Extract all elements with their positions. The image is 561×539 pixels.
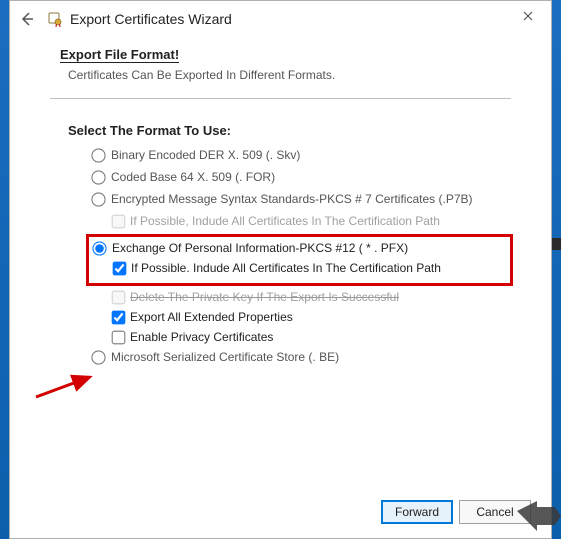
section-subheading: Certificates Can Be Exported In Differen… (68, 68, 511, 82)
annotation-arrow-icon (32, 371, 102, 401)
checkbox-pfx-include-label: If Possible. Indude All Certificates In … (131, 261, 441, 275)
radio-pfx-input[interactable] (92, 241, 106, 255)
radio-pfx[interactable]: Exchange Of Personal Information-PKCS #1… (93, 241, 506, 255)
checkbox-delete-key-label: Delete The Private Key If The Export Is … (130, 290, 399, 304)
divider (50, 98, 511, 99)
back-button[interactable] (18, 10, 36, 28)
checkbox-enable-privacy-input[interactable] (112, 330, 126, 344)
radio-der-label: Binary Encoded DER X. 509 (. Skv) (111, 148, 300, 162)
corner-accent-icon (517, 501, 561, 531)
wizard-content: Export File Format! Certificates Can Be … (10, 37, 551, 364)
close-button[interactable] (513, 4, 543, 28)
desktop-caret (552, 238, 561, 250)
radio-mscs-input[interactable] (91, 350, 105, 364)
radio-base64[interactable]: Coded Base 64 X. 509 (. FOR) (92, 170, 511, 184)
checkbox-delete-key: Delete The Private Key If The Export Is … (112, 290, 511, 304)
radio-pkcs7-input[interactable] (91, 192, 105, 206)
checkbox-export-extended[interactable]: Export All Extended Properties (112, 310, 511, 324)
radio-base64-input[interactable] (91, 170, 105, 184)
certificate-icon (46, 10, 64, 28)
section-heading: Export File Format! (60, 47, 179, 63)
radio-pkcs7-label: Encrypted Message Syntax Standards-PKCS … (111, 192, 473, 206)
dialog-title: Export Certificates Wizard (70, 11, 232, 27)
checkbox-pkcs7-include: If Possible, Indude All Certificates In … (112, 214, 511, 228)
checkbox-delete-key-input (112, 290, 126, 304)
checkbox-enable-privacy-label: Enable Privacy Certificates (130, 330, 273, 344)
radio-der[interactable]: Binary Encoded DER X. 509 (. Skv) (92, 148, 511, 162)
radio-pfx-label: Exchange Of Personal Information-PKCS #1… (112, 241, 408, 255)
radio-der-input[interactable] (91, 148, 105, 162)
highlighted-pfx-group: Exchange Of Personal Information-PKCS #1… (86, 234, 513, 286)
forward-button[interactable]: Forward (381, 500, 453, 524)
radio-pkcs7[interactable]: Encrypted Message Syntax Standards-PKCS … (92, 192, 511, 206)
checkbox-pkcs7-include-label: If Possible, Indude All Certificates In … (130, 214, 440, 228)
radio-base64-label: Coded Base 64 X. 509 (. FOR) (111, 170, 275, 184)
checkbox-export-extended-label: Export All Extended Properties (130, 310, 293, 324)
checkbox-pfx-include[interactable]: If Possible. Indude All Certificates In … (113, 261, 506, 275)
title-bar: Export Certificates Wizard (10, 1, 551, 37)
checkbox-pfx-include-input[interactable] (113, 261, 127, 275)
select-format-label: Select The Format To Use: (68, 123, 511, 138)
checkbox-pkcs7-include-input (112, 214, 126, 228)
dialog-footer: Forward Cancel (373, 492, 539, 532)
radio-mscs[interactable]: Microsoft Serialized Certificate Store (… (92, 350, 511, 364)
radio-mscs-label: Microsoft Serialized Certificate Store (… (111, 350, 339, 364)
export-certificates-wizard-dialog: Export Certificates Wizard Export File F… (9, 0, 552, 539)
checkbox-enable-privacy[interactable]: Enable Privacy Certificates (112, 330, 511, 344)
checkbox-export-extended-input[interactable] (112, 310, 126, 324)
